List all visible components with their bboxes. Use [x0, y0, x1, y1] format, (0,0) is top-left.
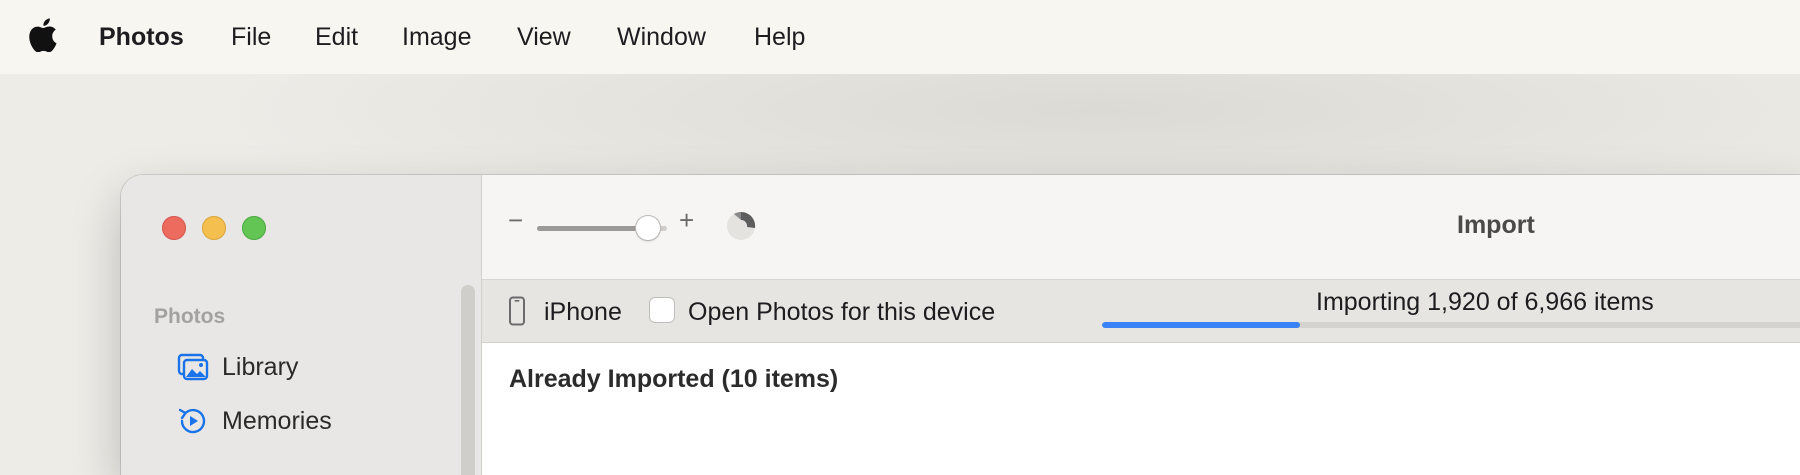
open-photos-label[interactable]: Open Photos for this device: [688, 298, 995, 327]
sidebar-item-library[interactable]: Library: [176, 347, 298, 387]
zoom-window-button[interactable]: [242, 216, 266, 240]
sidebar-scrollbar[interactable]: [461, 285, 475, 475]
zoom-in-button[interactable]: +: [679, 205, 694, 236]
sidebar: Photos Library Memories: [121, 175, 482, 475]
menu-image[interactable]: Image: [402, 0, 471, 74]
menu-app-name[interactable]: Photos: [99, 0, 184, 74]
close-window-button[interactable]: [162, 216, 186, 240]
import-progress-text: Importing 1,920 of 6,966 items: [1316, 288, 1654, 316]
iphone-icon: [509, 296, 525, 326]
apple-logo-icon[interactable]: [29, 18, 57, 52]
menu-help[interactable]: Help: [754, 0, 805, 74]
loading-spinner-icon: [727, 211, 756, 240]
sidebar-item-label: Library: [222, 352, 299, 381]
memories-icon: [178, 408, 206, 434]
zoom-slider-knob[interactable]: [635, 216, 660, 240]
library-icon: [177, 353, 209, 381]
sidebar-section-photos: Photos: [154, 305, 226, 328]
zoom-out-button[interactable]: −: [508, 205, 523, 236]
menu-edit[interactable]: Edit: [315, 0, 358, 74]
menu-window[interactable]: Window: [617, 0, 706, 74]
already-imported-heading: Already Imported (10 items): [509, 365, 839, 393]
device-name[interactable]: iPhone: [544, 298, 622, 327]
import-progress-fill: [1102, 322, 1301, 328]
menu-file[interactable]: File: [231, 0, 271, 74]
minimize-window-button[interactable]: [202, 216, 226, 240]
menu-bar: Photos File Edit Image View Window Help: [0, 0, 1800, 74]
sidebar-item-memories[interactable]: Memories: [176, 401, 332, 441]
zoom-slider-fill: [537, 226, 648, 231]
window-title: Import: [1457, 211, 1535, 239]
toolbar: − + Import: [482, 175, 1800, 280]
open-photos-checkbox[interactable]: [649, 297, 675, 323]
photos-window: Photos Library Memories − + Import iPhon…: [121, 175, 1800, 475]
device-bar: iPhone Open Photos for this device Impor…: [482, 280, 1800, 343]
menu-view[interactable]: View: [517, 0, 571, 74]
sidebar-item-label: Memories: [222, 406, 332, 435]
import-content: Already Imported (10 items): [482, 343, 1800, 475]
import-progress-bar: [1102, 322, 1800, 328]
